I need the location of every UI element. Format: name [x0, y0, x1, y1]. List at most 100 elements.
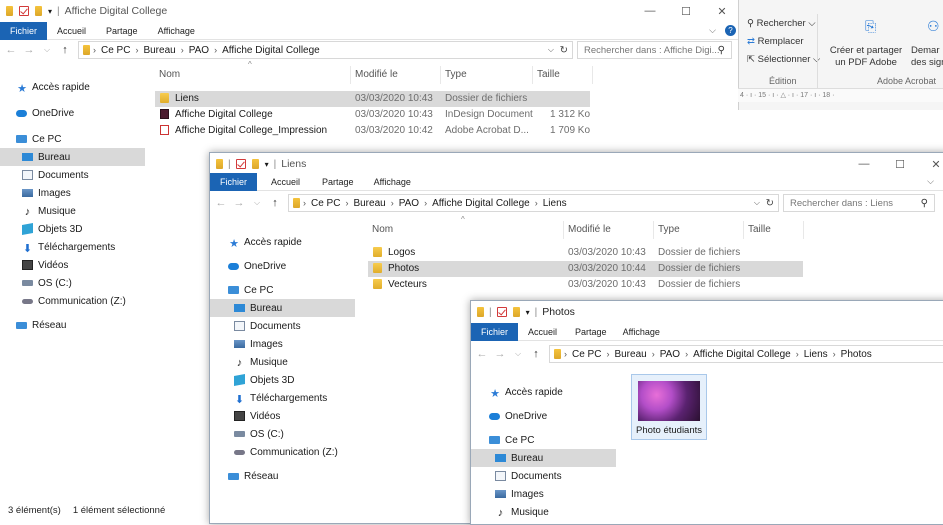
- help-icon[interactable]: ?: [725, 25, 736, 36]
- maximize-button[interactable]: ☐: [882, 153, 918, 175]
- crumb-photos[interactable]: Photos: [841, 349, 872, 360]
- maximize-button[interactable]: ☐: [668, 0, 704, 22]
- tab-affichage[interactable]: Affichage: [362, 173, 423, 191]
- replace-button[interactable]: ⇄ Remplacer: [747, 36, 804, 48]
- close-button[interactable]: ✕: [918, 153, 943, 175]
- refresh-icon[interactable]: ↻: [766, 198, 774, 209]
- search-input[interactable]: Rechercher dans : Liens ⚲: [783, 194, 935, 212]
- nav-os-c[interactable]: OS (C:): [210, 425, 355, 443]
- col-modifie[interactable]: Modifié le: [351, 66, 441, 84]
- crumb-affiche[interactable]: Affiche Digital College: [222, 45, 320, 56]
- col-taille[interactable]: Taille: [744, 221, 804, 239]
- back-button[interactable]: ←: [214, 197, 228, 209]
- nav-videos[interactable]: Vidéos: [0, 256, 145, 274]
- tab-accueil[interactable]: Accueil: [518, 323, 567, 341]
- address-bar[interactable]: › Ce PC › Bureau › PAO › Affiche Digital…: [78, 41, 573, 59]
- crumb-bureau[interactable]: Bureau: [614, 349, 646, 360]
- expand-ribbon-icon[interactable]: ⌵: [927, 176, 934, 187]
- back-button[interactable]: ←: [475, 348, 489, 360]
- nav-musique[interactable]: ♪ Musique: [0, 202, 145, 220]
- photo-thumbnail[interactable]: Photo étudiants: [631, 374, 707, 440]
- nav-reseau[interactable]: Réseau: [0, 316, 145, 334]
- new-folder-icon[interactable]: [512, 307, 520, 317]
- up-button[interactable]: ↑: [58, 44, 72, 56]
- address-dropdown-icon[interactable]: ⌵: [754, 198, 760, 208]
- up-button[interactable]: ↑: [529, 348, 543, 360]
- nav-this-pc[interactable]: Ce PC: [471, 431, 616, 449]
- nav-this-pc[interactable]: Ce PC: [0, 130, 145, 148]
- select-button[interactable]: ⇱ Sélectionner ⌵: [747, 54, 820, 66]
- file-row[interactable]: Vecteurs 03/03/2020 10:43 Dossier de fic…: [368, 277, 803, 293]
- tab-fichier[interactable]: Fichier: [0, 21, 48, 40]
- col-type[interactable]: Type: [654, 221, 744, 239]
- tab-partage[interactable]: Partage: [567, 323, 615, 341]
- col-nom[interactable]: Nom: [368, 221, 564, 239]
- nav-documents[interactable]: Documents: [0, 166, 145, 184]
- forward-button[interactable]: →: [232, 197, 246, 209]
- nav-bureau[interactable]: Bureau: [471, 449, 616, 467]
- new-folder-icon[interactable]: [251, 159, 259, 169]
- file-row[interactable]: Affiche Digital College 03/03/2020 10:43…: [155, 107, 590, 123]
- nav-telechargements[interactable]: ⬇ Téléchargements: [0, 238, 145, 256]
- close-button[interactable]: ✕: [704, 0, 740, 22]
- find-button[interactable]: ⚲ Rechercher ⌵: [747, 18, 816, 30]
- create-pdf-button[interactable]: Créer et partager un PDF Adobe: [823, 45, 909, 69]
- crumb-pao[interactable]: PAO: [189, 45, 209, 56]
- crumb-bureau[interactable]: Bureau: [353, 198, 385, 209]
- recent-dropdown[interactable]: ⌵: [250, 198, 264, 208]
- tab-fichier[interactable]: Fichier: [210, 172, 258, 191]
- search-input[interactable]: Rechercher dans : Affiche Digi... ⚲: [577, 41, 732, 59]
- crumb-ce-pc[interactable]: Ce PC: [101, 45, 130, 56]
- nav-quick-access[interactable]: ★ Accès rapide: [471, 383, 616, 401]
- nav-quick-access[interactable]: ★ Accès rapide: [210, 233, 355, 251]
- tab-partage[interactable]: Partage: [314, 173, 362, 191]
- nav-images[interactable]: Images: [471, 485, 616, 503]
- nav-communication-z[interactable]: Communication (Z:): [210, 443, 355, 461]
- tab-affichage[interactable]: Affichage: [615, 323, 668, 341]
- qat-dropdown-icon[interactable]: ▾: [526, 308, 530, 317]
- expand-ribbon-icon[interactable]: ⌵: [709, 25, 716, 36]
- file-row[interactable]: Photos 03/03/2020 10:44 Dossier de fichi…: [368, 261, 803, 277]
- nav-musique[interactable]: ♪ Musique: [471, 503, 616, 521]
- crumb-ce-pc[interactable]: Ce PC: [311, 198, 340, 209]
- recent-dropdown[interactable]: ⌵: [40, 45, 54, 55]
- nav-videos[interactable]: Vidéos: [210, 407, 355, 425]
- crumb-liens[interactable]: Liens: [804, 349, 828, 360]
- nav-musique[interactable]: ♪ Musique: [210, 353, 355, 371]
- nav-objets-3d[interactable]: Objets 3D: [0, 220, 145, 238]
- crumb-affiche[interactable]: Affiche Digital College: [693, 349, 791, 360]
- tab-partage[interactable]: Partage: [96, 22, 148, 40]
- up-button[interactable]: ↑: [268, 197, 282, 209]
- nav-onedrive[interactable]: OneDrive: [0, 104, 145, 122]
- crumb-ce-pc[interactable]: Ce PC: [572, 349, 601, 360]
- col-type[interactable]: Type: [441, 66, 533, 84]
- crumb-pao[interactable]: PAO: [399, 198, 419, 209]
- address-bar[interactable]: › Ce PC › Bureau › PAO › Affiche Digital…: [288, 194, 779, 212]
- tab-fichier[interactable]: Fichier: [471, 322, 519, 341]
- file-row[interactable]: Liens 03/03/2020 10:43 Dossier de fichie…: [155, 91, 590, 107]
- properties-icon[interactable]: [235, 159, 246, 169]
- file-row[interactable]: Logos 03/03/2020 10:43 Dossier de fichie…: [368, 245, 803, 261]
- nav-this-pc[interactable]: Ce PC: [210, 281, 355, 299]
- crumb-liens[interactable]: Liens: [543, 198, 567, 209]
- minimize-button[interactable]: —: [846, 153, 882, 175]
- forward-button[interactable]: →: [493, 348, 507, 360]
- properties-icon[interactable]: [19, 6, 29, 16]
- nav-quick-access[interactable]: ★ Accès rapide: [0, 78, 145, 96]
- col-nom[interactable]: Nom: [155, 66, 351, 84]
- address-dropdown-icon[interactable]: ⌵: [548, 45, 554, 55]
- nav-bureau[interactable]: Bureau: [0, 148, 145, 166]
- forward-button[interactable]: →: [22, 44, 36, 56]
- tab-accueil[interactable]: Accueil: [257, 173, 314, 191]
- nav-communication-z[interactable]: Communication (Z:): [0, 292, 145, 310]
- nav-documents[interactable]: Documents: [210, 317, 355, 335]
- nav-objets-3d[interactable]: Objets 3D: [210, 371, 355, 389]
- refresh-icon[interactable]: ↻: [560, 45, 568, 56]
- minimize-button[interactable]: —: [632, 0, 668, 22]
- nav-documents[interactable]: Documents: [471, 467, 616, 485]
- nav-images[interactable]: Images: [210, 335, 355, 353]
- file-row[interactable]: Affiche Digital College_Impression 03/03…: [155, 123, 590, 139]
- address-bar[interactable]: › Ce PC › Bureau › PAO › Affiche Digital…: [549, 345, 943, 363]
- crumb-affiche[interactable]: Affiche Digital College: [432, 198, 530, 209]
- request-signature-button[interactable]: Demardes signa: [911, 45, 943, 69]
